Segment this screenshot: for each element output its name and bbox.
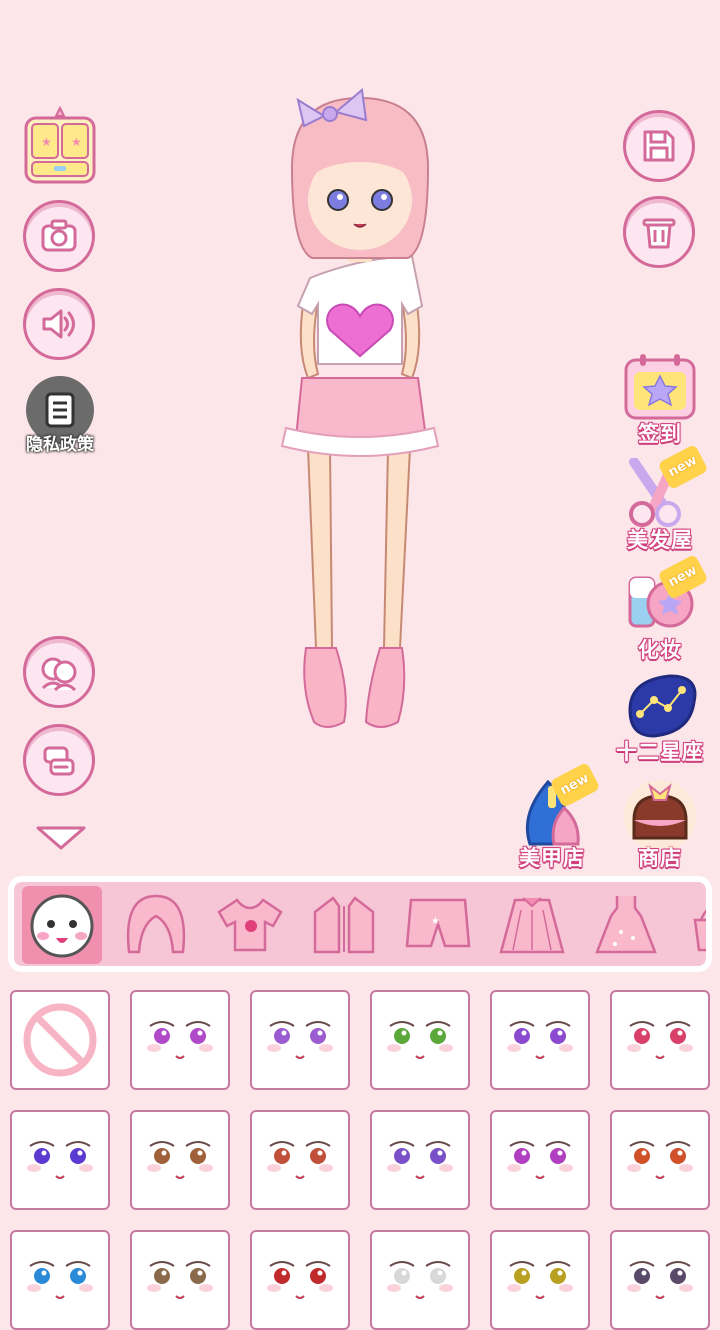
category-dress[interactable] xyxy=(586,886,666,964)
face-preview-icon xyxy=(267,1141,333,1179)
face-preview-icon xyxy=(387,1021,453,1059)
face-option[interactable] xyxy=(370,1110,470,1210)
camera-icon xyxy=(41,219,77,252)
calendar-icon xyxy=(624,354,696,420)
face-preview-icon xyxy=(627,1021,693,1059)
face-preview-icon xyxy=(507,1141,573,1179)
collapse-button[interactable] xyxy=(34,822,88,854)
delete-button[interactable] xyxy=(623,196,695,268)
face-preview-icon xyxy=(387,1141,453,1179)
swap-icon xyxy=(43,746,75,776)
face-preview-icon xyxy=(147,1021,213,1059)
face-option[interactable] xyxy=(490,990,590,1090)
trash-icon xyxy=(642,218,676,249)
skirt-icon xyxy=(499,897,565,954)
category-jacket[interactable] xyxy=(304,886,384,964)
svg-text:★: ★ xyxy=(41,135,52,149)
face-option[interactable] xyxy=(490,1230,590,1330)
face-option-none[interactable] xyxy=(10,990,110,1090)
face-option[interactable] xyxy=(370,1230,470,1330)
save-button[interactable] xyxy=(623,110,695,182)
face-preview-icon xyxy=(147,1141,213,1179)
category-bar: ★ xyxy=(8,876,712,972)
shop-button[interactable]: 商店 xyxy=(610,776,710,872)
no-selection-icon xyxy=(23,1003,97,1077)
face-preview-icon xyxy=(267,1021,333,1059)
sound-button[interactable] xyxy=(23,288,95,360)
face-option[interactable] xyxy=(490,1110,590,1210)
face-option[interactable] xyxy=(130,1110,230,1210)
camera-button[interactable] xyxy=(23,200,95,272)
svg-text:★: ★ xyxy=(431,916,440,927)
document-icon xyxy=(45,392,75,428)
shop-bag-icon xyxy=(624,780,696,852)
face-option[interactable] xyxy=(130,990,230,1090)
face-option[interactable] xyxy=(250,990,350,1090)
face-option[interactable] xyxy=(10,1230,110,1330)
face-option[interactable] xyxy=(130,1230,230,1330)
category-skirt[interactable] xyxy=(492,886,572,964)
face-icon xyxy=(30,894,94,958)
face-preview-icon xyxy=(627,1141,693,1179)
tshirt-icon xyxy=(217,898,283,952)
nail-salon-button[interactable]: new 美甲店 xyxy=(502,761,602,872)
bag-icon xyxy=(693,909,706,952)
privacy-policy-button[interactable]: 隐私政策 xyxy=(24,376,96,455)
face-option[interactable] xyxy=(610,1110,710,1210)
character-figure xyxy=(280,88,440,728)
face-preview-icon xyxy=(387,1261,453,1299)
category-face[interactable] xyxy=(22,886,102,964)
faces-icon xyxy=(41,657,77,692)
face-option[interactable] xyxy=(10,1110,110,1210)
category-shorts[interactable]: ★ xyxy=(398,886,478,964)
wardrobe-button[interactable]: ★ ★ xyxy=(22,105,98,188)
face-preview-icon xyxy=(507,1021,573,1059)
jacket-icon xyxy=(313,896,375,954)
character-avatar[interactable] xyxy=(270,88,450,738)
category-top[interactable] xyxy=(210,886,290,964)
zodiac-button[interactable]: 十二星座 xyxy=(610,670,710,766)
face-preview-icon xyxy=(627,1261,693,1299)
face-preview-icon xyxy=(507,1261,573,1299)
face-option[interactable] xyxy=(250,1110,350,1210)
category-strip: ★ xyxy=(14,882,706,966)
faces-button[interactable] xyxy=(23,636,95,708)
save-icon xyxy=(643,130,675,162)
face-preview-icon xyxy=(27,1261,93,1299)
svg-text:★: ★ xyxy=(71,135,82,149)
makeup-button[interactable]: new 化妆 xyxy=(610,553,710,664)
face-option[interactable] xyxy=(370,990,470,1090)
face-preview-icon xyxy=(147,1261,213,1299)
category-hair[interactable] xyxy=(116,886,196,964)
constellation-icon xyxy=(628,674,697,738)
speaker-icon xyxy=(42,309,75,339)
face-preview-icon xyxy=(267,1261,333,1299)
hair-salon-button[interactable]: new 美发屋 xyxy=(610,443,710,554)
swap-button[interactable] xyxy=(23,724,95,796)
dress-icon xyxy=(595,896,657,954)
chevron-down-icon xyxy=(36,826,86,850)
face-option[interactable] xyxy=(610,990,710,1090)
shorts-icon: ★ xyxy=(405,898,471,948)
wardrobe-icon: ★ ★ xyxy=(24,105,96,184)
privacy-policy-label: 隐私政策 xyxy=(26,435,94,455)
face-option[interactable] xyxy=(250,1230,350,1330)
face-preview-icon xyxy=(27,1141,93,1179)
hair-icon xyxy=(126,894,186,954)
category-accessory[interactable] xyxy=(680,886,706,964)
face-option[interactable] xyxy=(610,1230,710,1330)
check-in-button[interactable]: 签到 xyxy=(610,352,710,448)
